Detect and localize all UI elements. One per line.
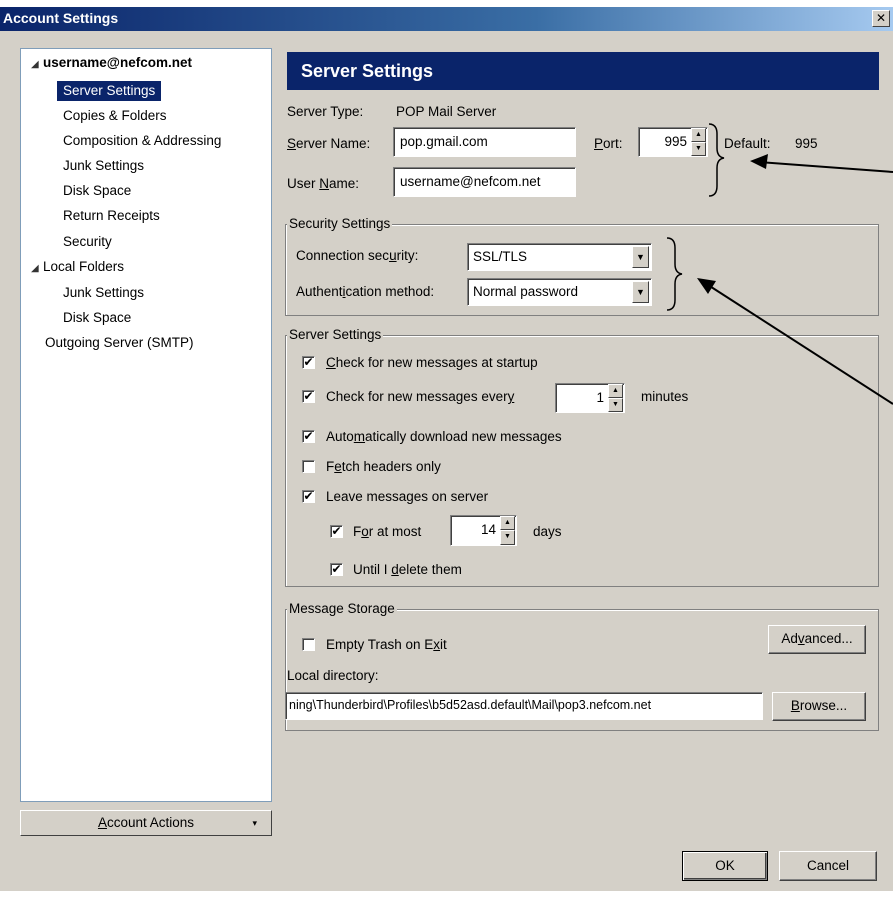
- annotation-arrowhead: [697, 278, 716, 294]
- brace-server-fields: [708, 123, 725, 197]
- annotation-overlay: [666, 123, 893, 405]
- annotation-arrowhead: [750, 154, 768, 169]
- annotation-arrow-line: [704, 282, 893, 405]
- annotation-arrow-line: [757, 161, 893, 173]
- brace-security-fields: [666, 237, 683, 311]
